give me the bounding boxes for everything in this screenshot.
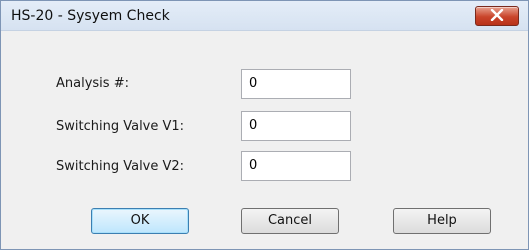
switching-valve-v2-label: Switching Valve V2: — [56, 159, 185, 174]
switching-valve-v1-label: Switching Valve V1: — [56, 119, 185, 134]
window-title: HS-20 - Sysyem Check — [11, 8, 170, 24]
close-button[interactable] — [475, 6, 519, 26]
help-button[interactable]: Help — [393, 208, 491, 234]
close-icon — [490, 9, 504, 21]
title-bar[interactable]: HS-20 - Sysyem Check — [1, 1, 528, 31]
analysis-number-field[interactable]: 0 — [241, 69, 351, 99]
analysis-number-label: Analysis #: — [56, 76, 129, 91]
switching-valve-v1-field[interactable]: 0 — [241, 111, 351, 141]
switching-valve-v2-field[interactable]: 0 — [241, 151, 351, 181]
ok-button[interactable]: OK — [91, 208, 189, 234]
cancel-button[interactable]: Cancel — [241, 208, 339, 234]
dialog-window: HS-20 - Sysyem Check Analysis #: 0 Switc… — [0, 0, 529, 250]
